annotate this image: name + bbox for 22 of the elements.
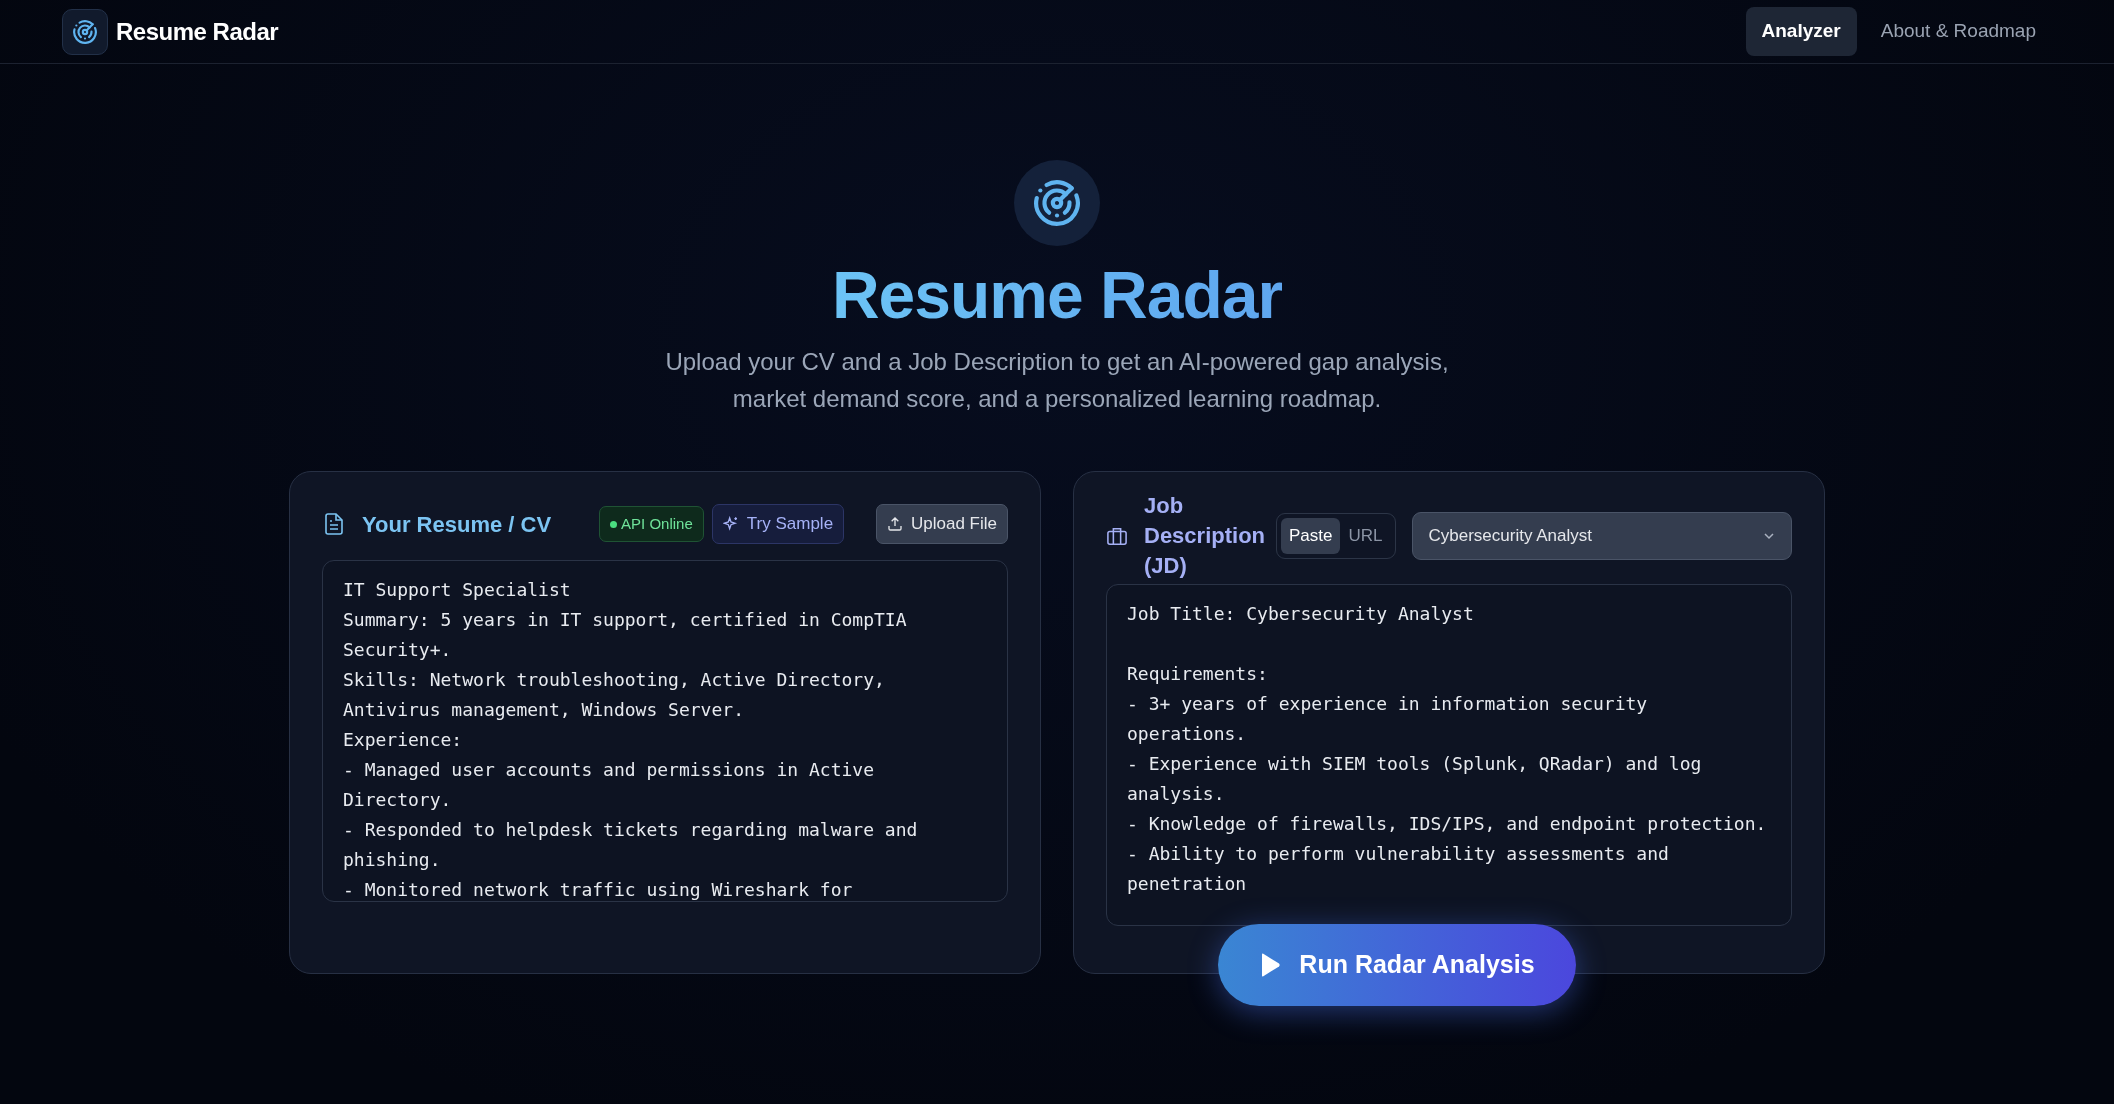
role-select[interactable]: Cybersecurity Analyst <box>1411 512 1792 560</box>
brand-name[interactable]: Resume Radar <box>116 13 279 50</box>
job-description-text-field[interactable]: Job Title: Cybersecurity Analyst Requirements: - 3+ years of experience in information security operations. - Experience with SIEM tools (Splunk, QRadar) and log analysis. - Knowledge of firewalls, IDS/IPS, and endpoint protection. - Ability to perform vulnerability assessments and penetration <box>1106 584 1792 927</box>
try-sample-button[interactable]: Try Sample <box>711 504 845 544</box>
mode-tab[interactable]: Paste <box>1281 518 1341 554</box>
upload-button[interactable]: Upload File <box>876 504 1008 544</box>
sparkles-icon <box>722 516 739 533</box>
card-title: Job Description (JD) <box>1144 492 1267 581</box>
upload-icon <box>887 516 903 533</box>
card-title: Your Resume / CV <box>362 510 552 539</box>
briefcase-icon <box>1106 526 1128 547</box>
document-icon <box>322 511 346 538</box>
mode-tab[interactable]: URL <box>1340 518 1391 554</box>
status-label: API Online <box>621 513 693 534</box>
chevron-down-icon <box>1763 532 1775 541</box>
nav-link[interactable]: Analyzer <box>1745 7 1857 56</box>
play-icon <box>1259 952 1282 979</box>
nav-link[interactable]: About & Roadmap <box>1864 7 2052 56</box>
run-analysis-button[interactable]: Run Radar Analysis <box>1218 924 1576 1007</box>
hero-subtitle: Upload your CV and a Job Description to get an AI-powered gap analysis, market demand score, and a personalized learning roadmap. <box>664 347 1450 415</box>
resume-text-field[interactable]: IT Support Specialist Summary: 5 years in IT support, certified in CompTIA Security+. Skills: Network troubleshooting, Active Directory, Antivirus management, Windows Server. Experience: - Managed user accounts and permissions in Active Directory. - Responded to helpdesk tickets regarding malware and phishing. - Monitored network traffic using Wireshark for <box>322 560 1008 903</box>
logo-icon <box>62 8 108 55</box>
